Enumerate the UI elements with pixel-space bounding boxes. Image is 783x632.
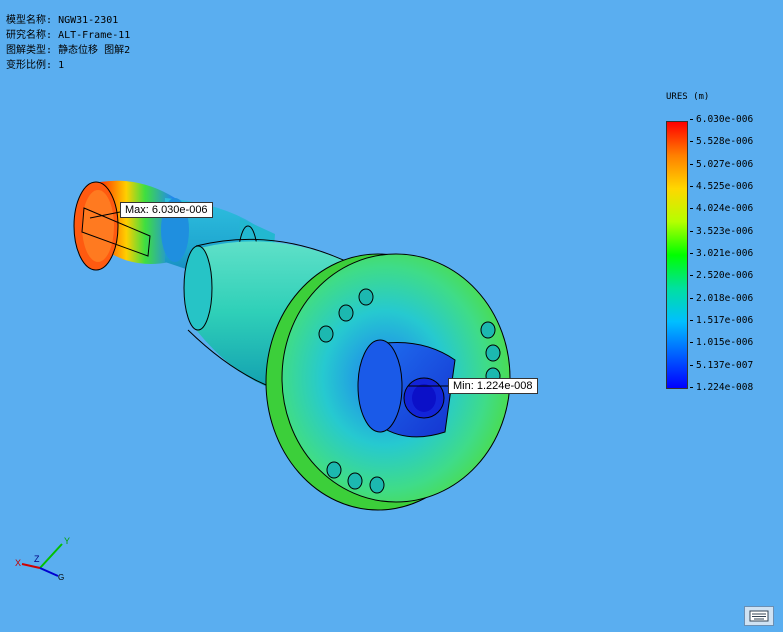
tick-label: 2.520e-006	[696, 270, 754, 282]
tick-label: 5.027e-006	[696, 158, 754, 170]
tick-mark	[690, 387, 693, 388]
tick-mark	[690, 186, 693, 187]
legend-tick: 2.018e-006	[690, 293, 753, 305]
tick-label: 4.525e-006	[696, 181, 754, 192]
legend-tick: 4.024e-006	[690, 203, 753, 215]
tick-label: 1.224e-008	[696, 382, 754, 393]
legend-title: URES (m)	[666, 92, 710, 102]
legend-tick: 4.525e-006	[690, 181, 753, 193]
legend-tick: 5.137e-007	[690, 360, 753, 372]
legend-color-bar	[666, 121, 688, 389]
tick-label: 6.030e-006	[696, 114, 754, 125]
legend-tick: 1.517e-006	[690, 315, 753, 327]
axis-z-label: Z	[34, 554, 40, 564]
tick-label: 4.024e-006	[696, 203, 754, 215]
tick-label: 5.528e-006	[696, 136, 754, 148]
tick-mark	[690, 253, 693, 254]
tick-label: 3.021e-006	[696, 248, 754, 259]
tick-mark	[690, 364, 693, 366]
axis-y-label: Y	[64, 536, 70, 546]
hub	[357, 339, 456, 438]
max-callout[interactable]: Max: 6.030e-006	[120, 202, 213, 218]
legend-tick: 3.523e-006	[690, 226, 753, 238]
tick-mark	[690, 141, 693, 143]
legend-tick: 3.021e-006	[690, 248, 753, 260]
tick-mark	[690, 208, 693, 210]
tick-mark	[690, 320, 693, 321]
tick-mark	[690, 297, 693, 299]
axis-x-label: X	[15, 558, 21, 568]
tick-mark	[690, 163, 693, 165]
axis-triad: Y X Z G	[15, 536, 70, 582]
tick-mark	[690, 119, 693, 120]
tick-mark	[690, 230, 693, 232]
tick-mark	[690, 342, 693, 344]
tick-mark	[690, 275, 693, 277]
legend-tick: 2.520e-006	[690, 270, 753, 282]
shaft-end	[73, 180, 175, 271]
tick-label: 5.137e-007	[696, 359, 754, 371]
legend-tick: 1.015e-006	[690, 337, 753, 349]
legend-tick: 5.027e-006	[690, 159, 753, 171]
min-callout[interactable]: Min: 1.224e-008	[448, 378, 538, 394]
legend-tick: 5.528e-006	[690, 136, 753, 148]
legend-tick: 1.224e-008	[690, 382, 753, 394]
legend-tick: 6.030e-006	[690, 114, 753, 126]
tick-label: 2.018e-006	[696, 292, 754, 304]
keyboard-icon[interactable]	[744, 606, 774, 626]
axis-g-label: G	[58, 573, 64, 582]
tick-label: 1.517e-006	[696, 315, 754, 326]
tick-label: 3.523e-006	[696, 225, 754, 237]
tick-label: 1.015e-006	[696, 337, 754, 349]
